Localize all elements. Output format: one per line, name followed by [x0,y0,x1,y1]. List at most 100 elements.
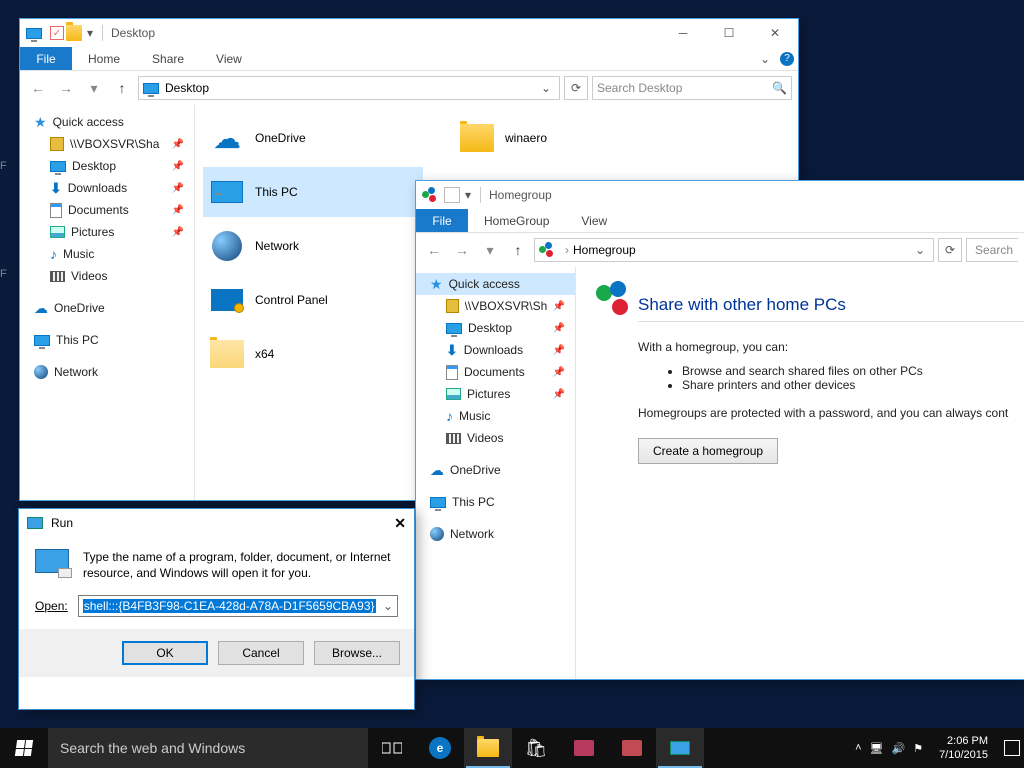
desktop-icon[interactable]: F [0,160,7,172]
sidebar-thispc[interactable]: This PC [20,329,194,351]
sidebar-item-pictures[interactable]: Pictures📌 [20,221,194,243]
taskbar-run[interactable] [656,728,704,768]
sidebar-item-videos[interactable]: Videos [416,427,575,449]
tray-network-icon[interactable]: 🖥 [870,742,884,755]
sidebar-item-desktop[interactable]: Desktop📌 [416,317,575,339]
minimize-button[interactable]: ─ [660,19,706,47]
task-view-button[interactable] [368,728,416,768]
address-bar[interactable]: › Homegroup ⌄ [534,238,934,262]
pin-icon: 📌 [553,367,565,378]
downloads-icon: ⬇ [446,342,458,359]
tab-share[interactable]: Share [136,47,200,70]
taskbar-edge[interactable]: e [416,728,464,768]
sidebar-item-desktop[interactable]: Desktop📌 [20,155,194,177]
sidebar-quick-access[interactable]: ★Quick access [416,273,575,295]
tile-x64[interactable]: x64 [203,329,423,379]
qat-properties-icon[interactable] [66,25,82,41]
videos-icon [50,271,65,282]
tab-homegroup[interactable]: HomeGroup [468,209,565,232]
maximize-button[interactable]: ☐ [706,19,752,47]
sidebar-onedrive[interactable]: ☁OneDrive [20,297,194,319]
start-button[interactable] [0,728,48,768]
taskbar-app2[interactable] [608,728,656,768]
expand-ribbon-icon[interactable]: ⌄ [754,47,776,70]
sidebar-network[interactable]: Network [416,523,575,545]
sidebar-item-downloads[interactable]: ⬇Downloads📌 [20,177,194,199]
search-box[interactable]: Search Desktop 🔍 [592,76,792,100]
taskbar-explorer[interactable] [464,728,512,768]
clock[interactable]: 2:06 PM 7/10/2015 [931,734,996,762]
tile-control-panel[interactable]: Control Panel [203,275,423,325]
forward-button[interactable]: → [54,76,78,100]
back-button[interactable]: ← [422,238,446,262]
close-button[interactable]: ✕ [752,19,798,47]
sidebar-quick-access[interactable]: ★Quick access [20,111,194,133]
tile-network[interactable]: Network [203,221,423,271]
sidebar: ★Quick access \\VBOXSVR\Shar📌 Desktop📌 ⬇… [416,267,576,679]
qat-checkbox-icon[interactable]: ✓ [50,26,64,40]
network-icon [430,527,444,541]
open-input[interactable]: shell:::{B4FB3F98-C1EA-428d-A78A-D1F5659… [78,595,398,617]
sidebar-item-documents[interactable]: Documents📌 [416,361,575,383]
sidebar-thispc[interactable]: This PC [416,491,575,513]
tile-onedrive[interactable]: ☁OneDrive [203,113,423,163]
sidebar-onedrive[interactable]: ☁OneDrive [416,459,575,481]
pin-icon: 📌 [553,301,565,312]
titlebar[interactable]: Run ✕ [19,509,414,537]
tab-file[interactable]: File [20,47,72,70]
tray-volume-icon[interactable]: 🔊 [891,742,905,755]
recent-locations-button[interactable]: ▾ [82,76,106,100]
sidebar-item-videos[interactable]: Videos [20,265,194,287]
titlebar[interactable]: ✓ ▾ Desktop ─ ☐ ✕ [20,19,798,47]
back-button[interactable]: ← [26,76,50,100]
sidebar-network[interactable]: Network [20,361,194,383]
create-homegroup-button[interactable]: Create a homegroup [638,438,778,464]
taskbar-store[interactable]: 🛍 [512,728,560,768]
up-button[interactable]: ↑ [506,238,530,262]
qat-customize-icon[interactable]: ▾ [462,188,474,202]
sidebar-item-pictures[interactable]: Pictures📌 [416,383,575,405]
documents-icon [50,203,62,218]
address-bar[interactable]: Desktop ⌄ [138,76,560,100]
tile-thispc[interactable]: This PC [203,167,423,217]
refresh-button[interactable]: ⟳ [938,238,962,262]
search-placeholder: Search Desktop [597,81,682,95]
recent-locations-button[interactable]: ▾ [478,238,502,262]
tab-home[interactable]: Home [72,47,136,70]
tab-view[interactable]: View [565,209,623,232]
taskbar-app1[interactable] [560,728,608,768]
forward-button[interactable]: → [450,238,474,262]
nav-row: ← → ▾ ↑ Desktop ⌄ ⟳ Search Desktop 🔍 [20,71,798,105]
ok-button[interactable]: OK [122,641,208,665]
cancel-button[interactable]: Cancel [218,641,304,665]
titlebar[interactable]: ▾ Homegroup [416,181,1024,209]
sidebar-item-vboxsvr[interactable]: \\VBOXSVR\Shar📌 [20,133,194,155]
tab-file[interactable]: File [416,209,468,232]
help-button[interactable]: ? [776,47,798,70]
tile-winaero[interactable]: winaero [453,113,673,163]
homegroup-icon [596,281,632,317]
up-button[interactable]: ↑ [110,76,134,100]
action-center-icon[interactable] [1004,740,1020,756]
tray-flag-icon[interactable]: ⚑ [913,742,923,755]
sidebar-item-downloads[interactable]: ⬇Downloads📌 [416,339,575,361]
browse-button[interactable]: Browse... [314,641,400,665]
run-icon [670,741,690,755]
sidebar-item-vboxsvr[interactable]: \\VBOXSVR\Shar📌 [416,295,575,317]
tab-view[interactable]: View [200,47,258,70]
tray-overflow-icon[interactable]: ˄ [855,742,861,754]
dropdown-icon[interactable]: ⌄ [383,599,393,613]
sidebar-item-music[interactable]: ♪Music [416,405,575,427]
close-button[interactable]: ✕ [394,515,406,532]
refresh-button[interactable]: ⟳ [564,76,588,100]
taskbar-search[interactable]: Search the web and Windows [48,728,368,768]
sidebar-item-music[interactable]: ♪Music [20,243,194,265]
run-description: Type the name of a program, folder, docu… [83,549,398,585]
address-dropdown-icon[interactable]: ⌄ [537,81,555,95]
desktop-icon[interactable]: F [0,268,7,280]
address-dropdown-icon[interactable]: ⌄ [911,243,929,257]
search-box[interactable]: Search [966,238,1018,262]
qat-properties-icon[interactable] [444,187,460,203]
sidebar-item-documents[interactable]: Documents📌 [20,199,194,221]
qat-customize-icon[interactable]: ▾ [84,26,96,40]
